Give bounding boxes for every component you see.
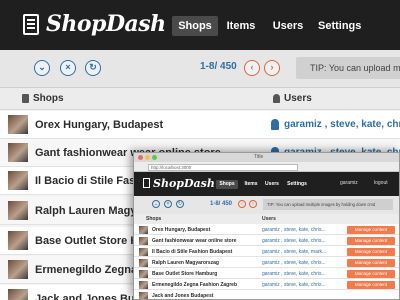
top-nav-bar: ShopDash Shops Items Users Settings bbox=[0, 0, 400, 50]
refresh-icon[interactable]: ↻ bbox=[85, 60, 101, 76]
window-titlebar: Title bbox=[134, 153, 399, 162]
table-row[interactable]: Base Outlet Store Hamburg garamiz , stev… bbox=[134, 268, 399, 279]
url-field[interactable]: http://localhost:3000 bbox=[148, 163, 298, 171]
tip-banner: TIP: You can upload multiple images by h… bbox=[263, 199, 393, 210]
prev-page-icon[interactable]: ‹ bbox=[238, 200, 246, 208]
shop-thumbnail bbox=[139, 258, 148, 267]
refresh-icon[interactable]: ↻ bbox=[176, 200, 184, 208]
pagination-count: 1-8/ 450 bbox=[210, 201, 233, 207]
table-header: Shops Users bbox=[0, 88, 400, 110]
user-list[interactable]: garamiz , steve, kate, chris... bbox=[262, 282, 326, 288]
shop-thumbnail bbox=[8, 231, 28, 250]
user-icon bbox=[271, 119, 279, 130]
tab-settings[interactable]: Settings bbox=[318, 16, 361, 36]
user-list[interactable]: garamiz , steve, kate, mark... bbox=[262, 249, 326, 255]
manage-content-button[interactable]: Manage content bbox=[347, 258, 395, 267]
table-row[interactable]: Il Bacio di Stile Fashion Budapest garam… bbox=[134, 246, 399, 257]
table-row[interactable]: Orex Hungary, Budapest garamiz , steve, … bbox=[134, 224, 399, 235]
prev-page-icon[interactable]: ‹ bbox=[244, 60, 260, 76]
shop-thumbnail bbox=[8, 143, 28, 162]
manage-content-button[interactable]: Manage content bbox=[347, 236, 395, 245]
shop-icon bbox=[22, 94, 29, 103]
shop-thumbnail bbox=[139, 280, 148, 289]
maximize-window-icon[interactable] bbox=[152, 155, 157, 160]
shop-thumbnail bbox=[8, 289, 28, 300]
next-page-icon[interactable]: › bbox=[249, 200, 257, 208]
chevron-down-icon[interactable]: ⌄ bbox=[34, 60, 50, 76]
close-icon[interactable]: × bbox=[164, 200, 172, 208]
minimize-window-icon[interactable] bbox=[145, 155, 150, 160]
tab-users[interactable]: Users bbox=[262, 180, 282, 189]
close-window-icon[interactable] bbox=[138, 155, 143, 160]
table-row[interactable]: Ralph Lauren Magyarorszag garamiz , stev… bbox=[134, 257, 399, 268]
nested-top-nav: ShopDash Shops Items Users Settings gara… bbox=[134, 172, 399, 196]
browser-window: Title http://localhost:3000 ShopDash Sho… bbox=[133, 152, 400, 300]
shop-name[interactable]: Base Outlet Store Hamburg bbox=[152, 271, 217, 277]
column-shops[interactable]: Shops bbox=[146, 216, 161, 222]
shop-thumbnail bbox=[8, 115, 28, 134]
nested-table-header: Shops Users bbox=[134, 214, 399, 224]
tab-shops[interactable]: Shops bbox=[172, 16, 218, 36]
table-row[interactable]: Gant fashionwear wear online store garam… bbox=[134, 235, 399, 246]
manage-content-button[interactable]: Manage content bbox=[347, 280, 395, 289]
user-list[interactable]: garamiz , steve, kate, chris... bbox=[262, 238, 326, 244]
shop-name[interactable]: Orex Hungary, Budapest bbox=[152, 227, 210, 233]
user-list[interactable]: garamiz , steve, kate, chris... bbox=[284, 119, 400, 130]
shop-thumbnail bbox=[139, 236, 148, 245]
next-page-icon[interactable]: › bbox=[264, 60, 280, 76]
shop-thumbnail bbox=[8, 201, 28, 220]
shop-name[interactable]: Jack and Jones Budapest bbox=[152, 293, 213, 299]
logo-icon bbox=[23, 14, 39, 35]
user-list[interactable]: garamiz , steve, kate, chris... bbox=[262, 260, 326, 266]
tab-users[interactable]: Users bbox=[272, 16, 304, 36]
user-icon bbox=[273, 94, 280, 103]
shop-thumbnail bbox=[139, 269, 148, 278]
nested-toolbar: ⌄ × ↻ 1-8/ 450 ‹ › TIP: You can upload m… bbox=[134, 196, 399, 214]
current-user[interactable]: garamiz bbox=[340, 180, 358, 186]
shop-name[interactable]: Gant fashionwear wear online store bbox=[152, 238, 236, 244]
tip-banner: TIP: You can upload multiple images by h… bbox=[296, 57, 400, 79]
app-logo[interactable]: ShopDash bbox=[46, 11, 166, 37]
tab-items[interactable]: Items bbox=[226, 16, 256, 36]
manage-content-button[interactable]: Manage content bbox=[347, 247, 395, 256]
close-icon[interactable]: × bbox=[60, 60, 76, 76]
tab-settings[interactable]: Settings bbox=[284, 180, 310, 189]
shop-name[interactable]: Ralph Lauren Magyarorszag bbox=[152, 260, 219, 266]
window-title: Title bbox=[254, 154, 264, 160]
shop-thumbnail bbox=[139, 247, 148, 256]
user-list[interactable]: garamiz , steve, kate, chris... bbox=[262, 227, 326, 233]
pagination-count: 1-8/ 450 bbox=[200, 61, 237, 72]
column-users[interactable]: Users bbox=[262, 216, 276, 222]
manage-content-button[interactable]: Manage content bbox=[347, 269, 395, 278]
shop-name[interactable]: Il Bacio di Stile Fashion Budapest bbox=[152, 249, 232, 255]
user-list[interactable]: garamiz , steve, kate, chris... bbox=[262, 271, 326, 277]
column-users[interactable]: Users bbox=[284, 93, 312, 104]
address-bar: http://localhost:3000 bbox=[134, 162, 399, 172]
shop-thumbnail bbox=[139, 291, 148, 299]
manage-content-button[interactable]: Manage content bbox=[347, 225, 395, 234]
shop-thumbnail bbox=[139, 225, 148, 234]
tab-shops[interactable]: Shops bbox=[216, 180, 238, 189]
logo-icon bbox=[143, 178, 150, 188]
table-row[interactable]: Ermenegildo Zegna Fashion Zagreb garamiz… bbox=[134, 279, 399, 290]
shop-thumbnail bbox=[8, 260, 28, 279]
shop-name[interactable]: Orex Hungary, Budapest bbox=[35, 119, 163, 131]
logout-link[interactable]: logout bbox=[374, 180, 388, 186]
table-row[interactable]: Jack and Jones Budapest bbox=[134, 290, 399, 299]
shop-thumbnail bbox=[8, 171, 28, 190]
tab-items[interactable]: Items bbox=[242, 180, 260, 189]
app-logo[interactable]: ShopDash bbox=[153, 177, 215, 190]
chevron-down-icon[interactable]: ⌄ bbox=[152, 200, 160, 208]
column-shops[interactable]: Shops bbox=[33, 93, 64, 104]
shop-name[interactable]: Ermenegildo Zegna Fashion Zagreb bbox=[152, 282, 237, 288]
table-row[interactable]: Orex Hungary, Budapest garamiz , steve, … bbox=[0, 111, 400, 139]
